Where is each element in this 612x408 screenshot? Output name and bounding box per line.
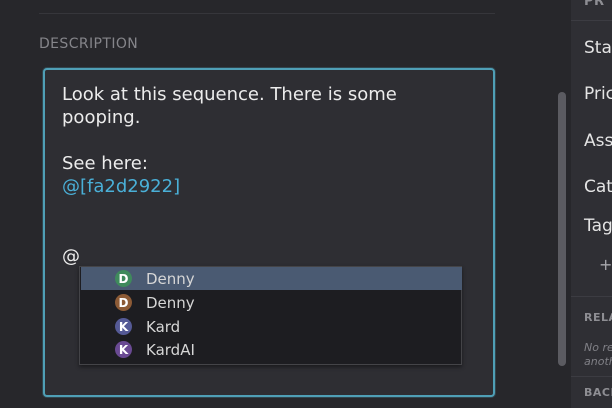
main-panel: DESCRIPTION Look at this sequence. There… <box>0 0 555 408</box>
backlinks-section-label: BACK <box>584 386 612 399</box>
property-tags[interactable]: Tag <box>584 216 612 236</box>
description-line-2: pooping. <box>62 107 141 128</box>
properties-header: PR <box>584 0 605 9</box>
property-assignee[interactable]: Ass <box>584 131 612 151</box>
mention-option-name: Kard <box>146 317 181 336</box>
property-category[interactable]: Cat <box>584 177 612 197</box>
description-section-label: DESCRIPTION <box>39 36 139 52</box>
avatar-icon: D <box>115 270 132 287</box>
mention-option-denny-1[interactable]: D Denny <box>81 267 462 290</box>
mention-suggestions-popup: D Denny D Denny K Kard K KardAI <box>79 266 462 365</box>
mention-option-denny-2[interactable]: D Denny <box>81 291 462 314</box>
properties-side-panel: PR Sta Pric Ass Cat Tag + RELA No re ano… <box>571 0 612 408</box>
property-priority[interactable]: Pric <box>584 84 612 104</box>
side-divider <box>571 376 612 377</box>
mention-option-kardai[interactable]: K KardAI <box>81 338 462 361</box>
mention-option-name: Denny <box>146 293 195 312</box>
related-empty-text: No re <box>584 341 612 354</box>
avatar-icon: D <box>115 294 132 311</box>
related-section-label: RELA <box>584 311 612 324</box>
sequence-reference-link[interactable]: @[fa2d2922] <box>62 175 180 198</box>
avatar-icon: K <box>115 341 132 358</box>
avatar-icon: K <box>115 318 132 335</box>
main-scrollbar-thumb[interactable] <box>558 92 566 366</box>
description-line-3: See here: <box>62 153 148 174</box>
property-status[interactable]: Sta <box>584 38 612 58</box>
mention-option-name: KardAI <box>146 340 195 359</box>
related-empty-text-2: anothe <box>584 355 612 368</box>
divider <box>39 13 495 14</box>
mention-trigger-text: @ <box>62 246 80 267</box>
side-divider <box>571 296 612 297</box>
mention-option-name: Denny <box>146 269 195 288</box>
add-tag-button[interactable]: + <box>599 255 612 274</box>
mention-option-kard[interactable]: K Kard <box>81 315 462 338</box>
side-divider <box>571 20 612 21</box>
description-line-1: Look at this sequence. There is some <box>62 84 397 105</box>
